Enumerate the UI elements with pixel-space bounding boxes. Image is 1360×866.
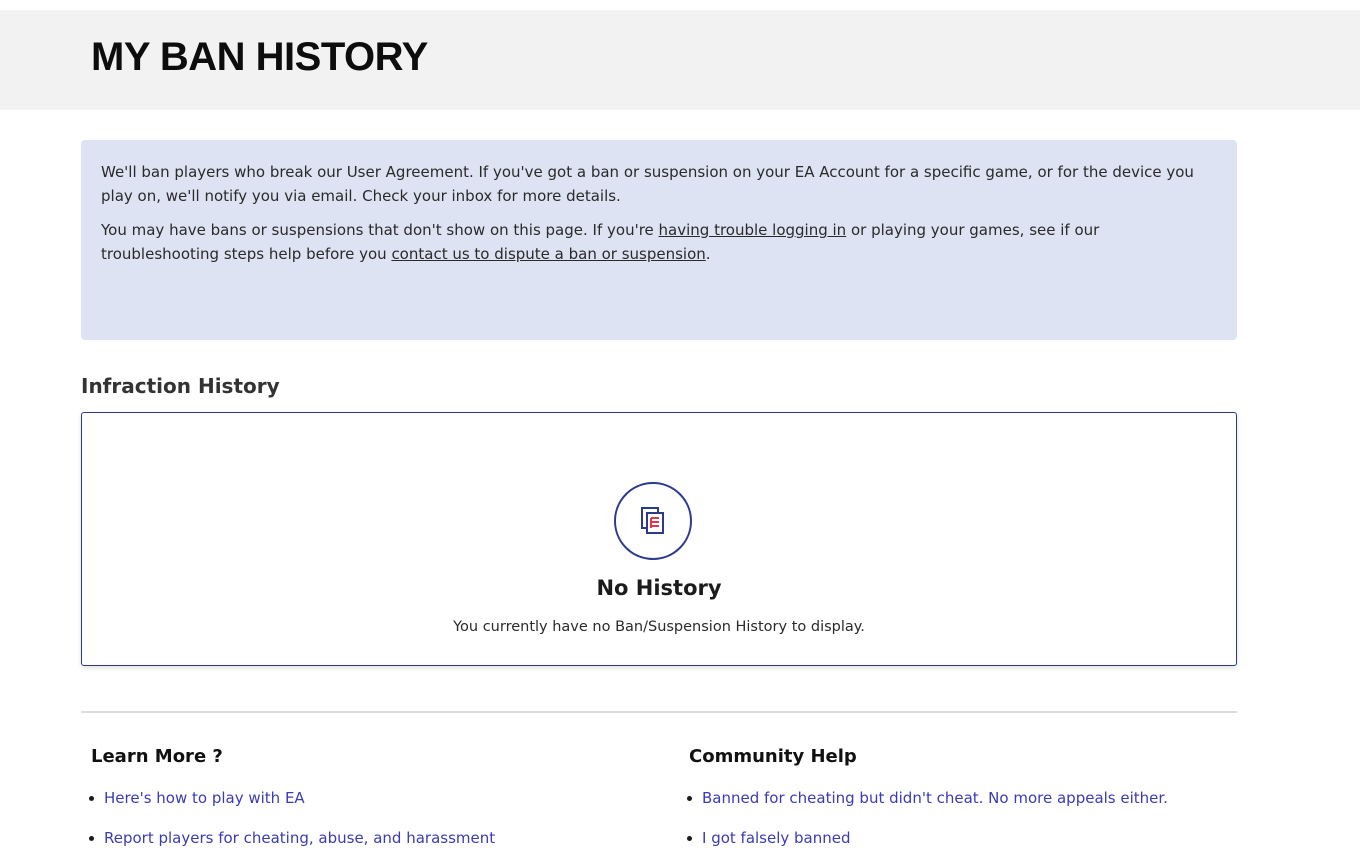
banned-for-cheating-link[interactable]: Banned for cheating but didn't cheat. No…: [702, 789, 1168, 807]
no-history-title: No History: [596, 576, 722, 600]
list-item: I got falsely banned: [687, 826, 1168, 850]
falsely-banned-link[interactable]: I got falsely banned: [702, 829, 851, 847]
bullet-icon: [687, 796, 692, 801]
infraction-history-card: No History You currently have no Ban/Sus…: [81, 412, 1237, 666]
info-paragraph-2: You may have bans or suspensions that do…: [101, 218, 1217, 266]
how-to-play-link[interactable]: Here's how to play with EA: [104, 789, 305, 807]
info-text-after: .: [705, 245, 711, 263]
bullet-icon: [89, 836, 94, 841]
trouble-logging-in-link[interactable]: having trouble logging in: [659, 221, 847, 239]
info-notice: We'll ban players who break our User Agr…: [81, 140, 1237, 340]
info-paragraph-1: We'll ban players who break our User Agr…: [101, 163, 1194, 205]
community-help-section: Community Help Banned for cheating but d…: [687, 742, 1168, 866]
info-text-before: You may have bans or suspensions that do…: [101, 221, 659, 239]
community-help-list: Banned for cheating but didn't cheat. No…: [687, 786, 1168, 850]
community-help-heading: Community Help: [689, 746, 857, 767]
list-item: Banned for cheating but didn't cheat. No…: [687, 786, 1168, 810]
learn-more-heading: Learn More ?: [91, 746, 223, 767]
bullet-icon: [687, 836, 692, 841]
bullet-icon: [89, 796, 94, 801]
section-divider: [81, 711, 1237, 713]
infraction-history-heading: Infraction History: [81, 374, 280, 398]
dispute-ban-link[interactable]: contact us to dispute a ban or suspensio…: [391, 245, 705, 263]
documents-icon-graphic: [641, 507, 664, 534]
list-item: Here's how to play with EA: [89, 786, 495, 810]
page-title: MY BAN HISTORY: [91, 35, 428, 79]
no-history-description: You currently have no Ban/Suspension His…: [453, 619, 865, 635]
learn-more-list: Here's how to play with EA Report player…: [89, 786, 495, 850]
learn-more-section: Learn More ? Here's how to play with EA …: [89, 742, 495, 866]
list-item: Report players for cheating, abuse, and …: [89, 826, 495, 850]
report-players-link[interactable]: Report players for cheating, abuse, and …: [104, 829, 495, 847]
documents-icon: [614, 482, 692, 560]
